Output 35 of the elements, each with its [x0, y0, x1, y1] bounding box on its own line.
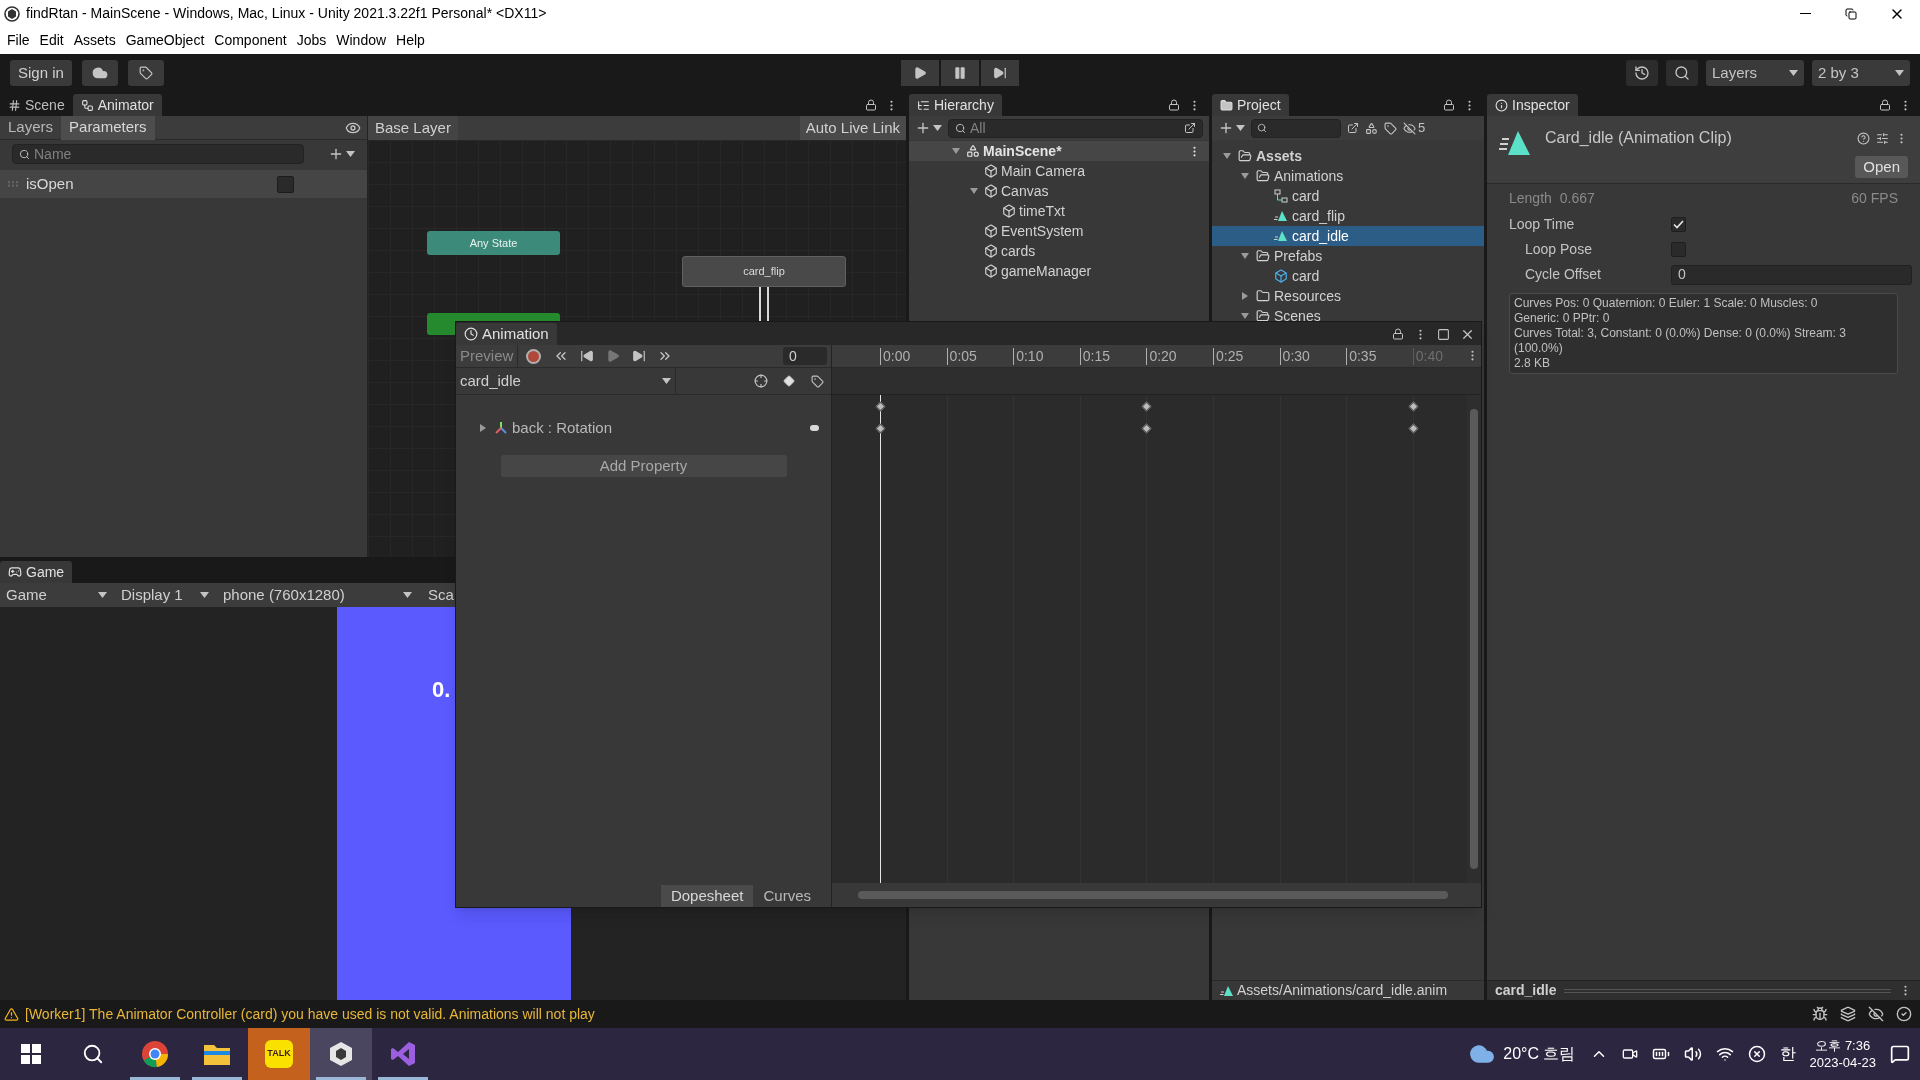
tab-label: Animator	[97, 95, 154, 115]
window-title: findRtan - MainScene - Windows, Mac, Linux - Unity 2021.3.22f1 Personal* <DX11>	[26, 4, 547, 23]
time-tick-label: 0:10	[1013, 348, 1044, 365]
asset-path: Assets/Animations/card_idle.anim	[1237, 981, 1448, 1000]
info-line: Generic: 0 PPtr: 0	[1514, 311, 1611, 326]
clock-date: 2023-04-23	[1809, 1054, 1876, 1071]
time-tick-label: 0:15	[1079, 348, 1111, 365]
time-tick-label: 0:00	[880, 348, 911, 365]
info-line: Curves Pos: 0 Quaternion: 0 Euler: 1 Scale: 0 Muscles: 0	[1514, 296, 1819, 311]
time-tick-label: 0:35	[1346, 348, 1377, 365]
tab-label: Scene	[25, 95, 65, 115]
tab-label: Hierarchy	[934, 95, 994, 115]
status-message: [Worker1] The Animator Controller (card) you have used is not valid. Animations will not play	[25, 1004, 595, 1024]
tab-label: Project	[1237, 95, 1281, 115]
clock-time: 오후 7:36	[1815, 1037, 1871, 1054]
field-label: Cycle Offset	[1524, 265, 1602, 284]
length-label: Length	[1509, 188, 1552, 208]
tab-label: Game	[26, 562, 65, 582]
tab-label: Inspector	[1512, 95, 1570, 115]
time-tick-label: 0:30	[1279, 348, 1310, 365]
field-label: Loop Time	[1508, 215, 1576, 234]
time-tick-label: 0:25	[1213, 348, 1244, 365]
parameter-name: isOpen	[26, 173, 75, 194]
field-label: Loop Pose	[1524, 240, 1593, 259]
score-text: 0.	[432, 677, 451, 702]
inspector-title: Card_idle (Animation Clip)	[1545, 128, 1733, 148]
length-value: 0.667	[1559, 188, 1595, 208]
chat-app-icon: TALK	[265, 1040, 293, 1068]
fps-value: 60 FPS	[1851, 188, 1898, 208]
preview-title: card_idle	[1495, 981, 1557, 1000]
scale-label: Sca	[427, 584, 455, 605]
info-line: Curves Total: 3, Constant: 0 (0.0%) Dense: 0 (0.0%) Stream: 3 (100.0%)	[1514, 326, 1847, 356]
info-line: 2.8 KB	[1514, 356, 1552, 371]
time-tick-label: 0:05	[946, 348, 977, 365]
time-tick-label: 0:20	[1146, 348, 1177, 365]
